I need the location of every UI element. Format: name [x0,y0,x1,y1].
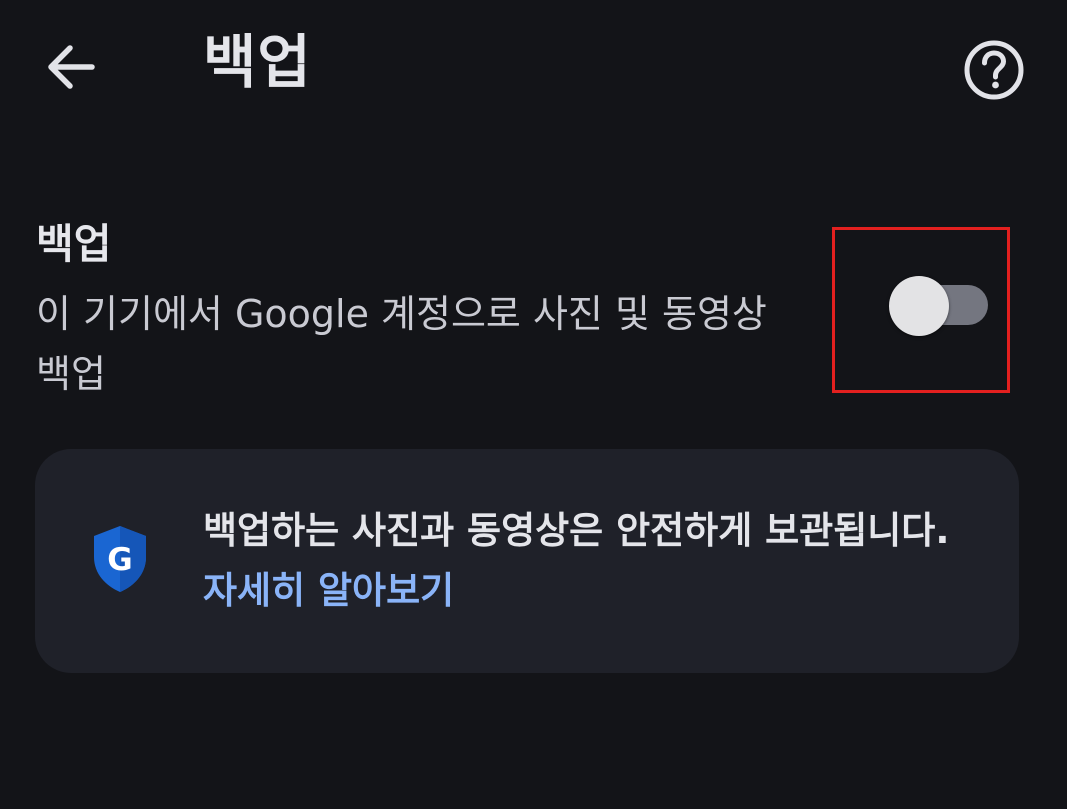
setting-description: 이 기기에서 Google 계정으로 사진 및 동영상 백업 [36,292,767,396]
backup-toggle-switch[interactable] [889,276,949,336]
learn-more-link[interactable]: 자세히 알아보기 [203,569,454,612]
svg-text:G: G [107,542,132,578]
setting-title: 백업 [36,220,112,268]
page-title: 백업 [203,28,312,96]
security-info-card: G 백업하는 사진과 동영상은 안전하게 보관됩니다. 자세히 알아보기 [35,449,1019,673]
back-button[interactable] [40,36,102,98]
backup-setting-row[interactable]: 백업 이 기기에서 Google 계정으로 사진 및 동영상 백업 [36,212,1026,402]
help-button[interactable] [958,34,1030,106]
arrow-left-icon [48,45,95,89]
toggle-highlight-frame [832,227,1010,393]
help-circle-icon [964,40,1024,100]
google-shield-icon: G [94,526,146,592]
info-message: 백업하는 사진과 동영상은 안전하게 보관됩니다. [203,509,950,552]
info-text: 백업하는 사진과 동영상은 안전하게 보관됩니다. 자세히 알아보기 [203,501,983,621]
backup-settings-screen: 백업 백업 이 기기에서 Google 계정으로 사진 및 동영상 백업 G 백… [0,0,1067,809]
